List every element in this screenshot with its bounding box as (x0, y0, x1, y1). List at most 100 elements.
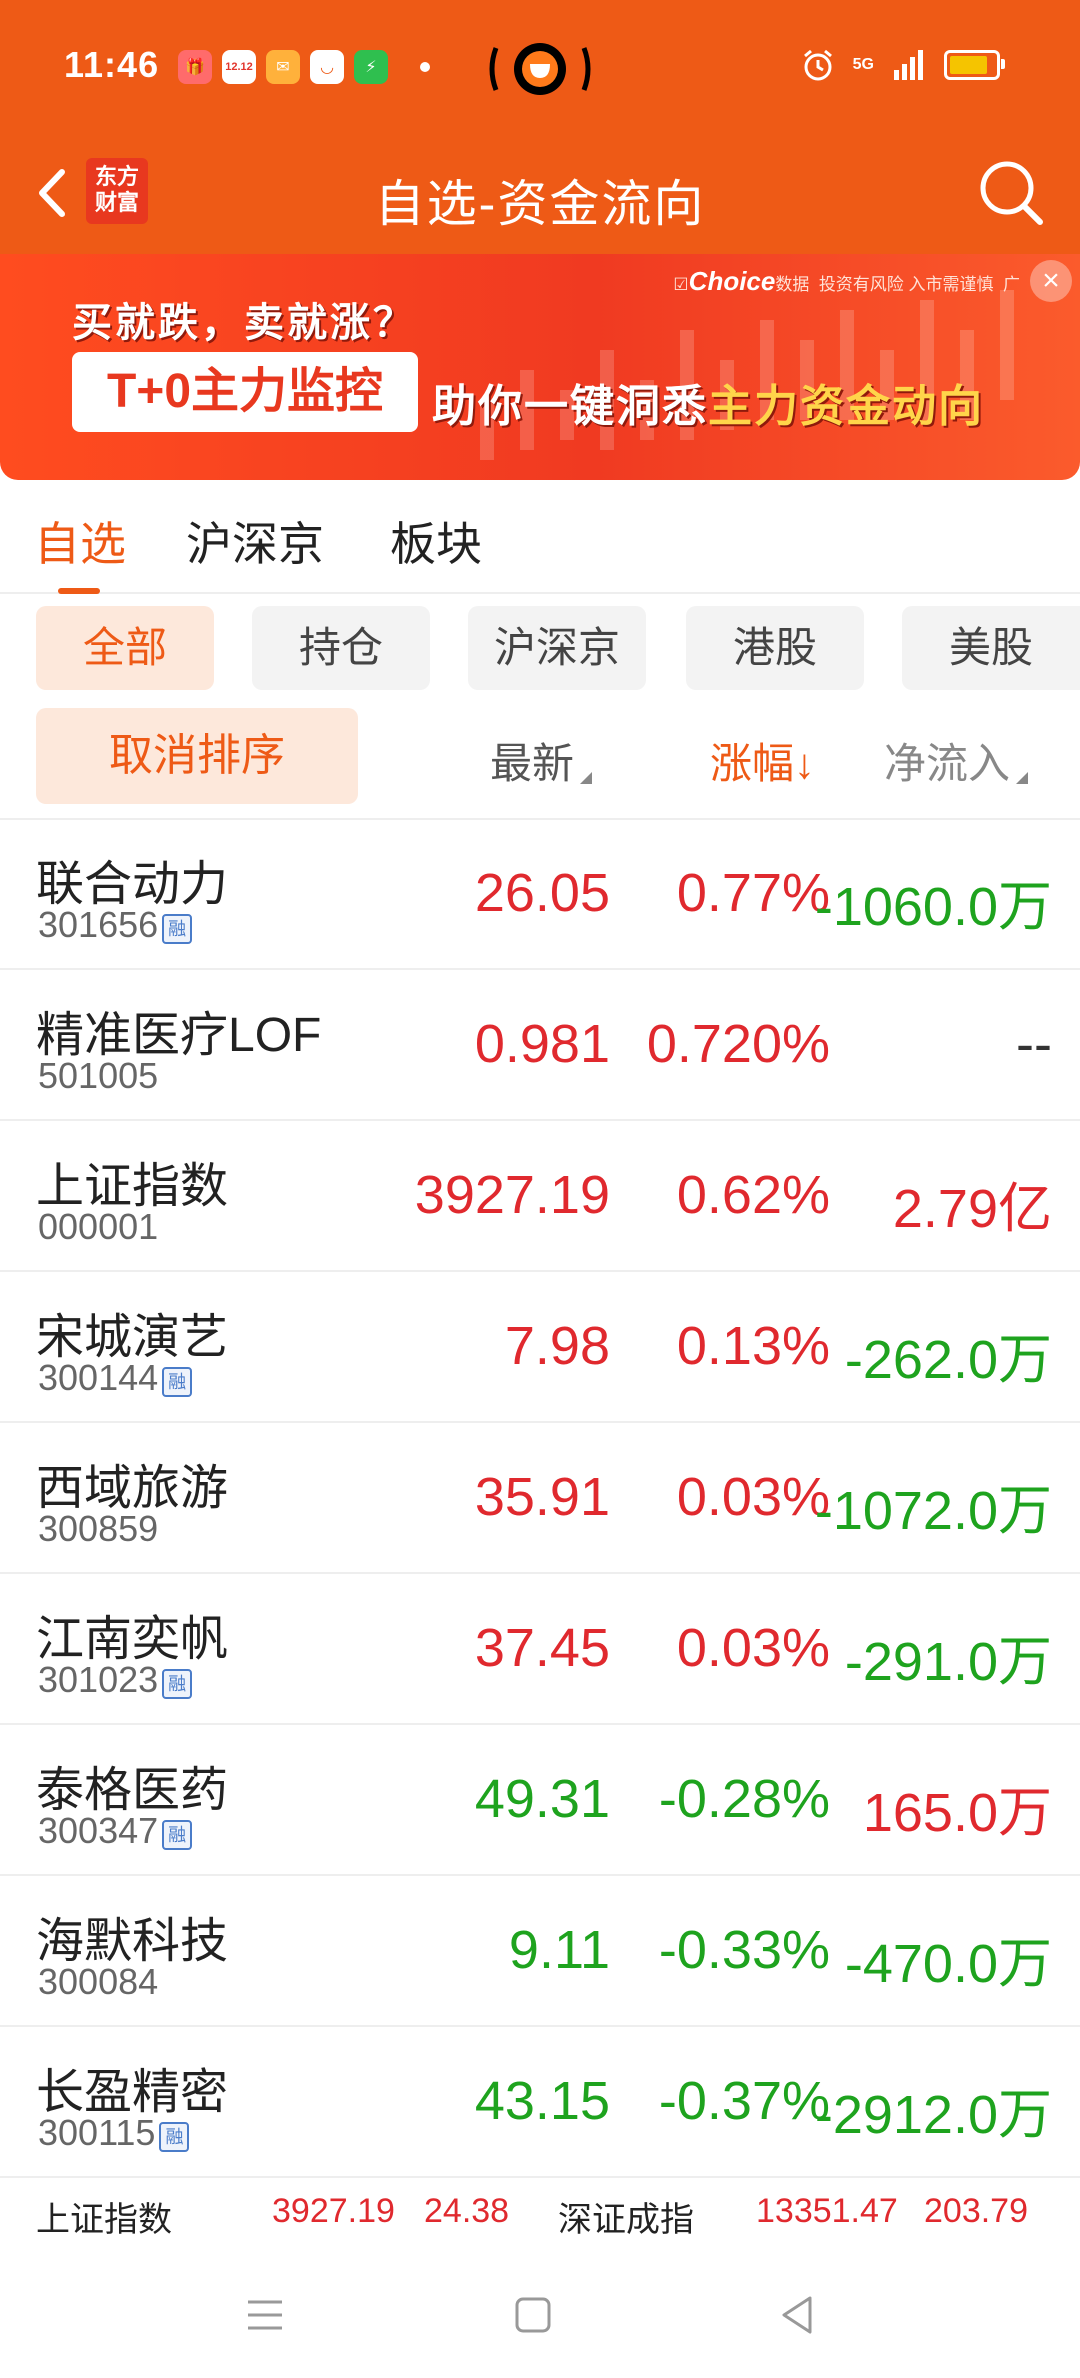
stock-price: 3927.19 (414, 1165, 610, 1225)
table-row[interactable]: 联合动力 301656 融 26.05 0.77% -1060.0万 (0, 820, 1080, 970)
stock-code-text: 300347 (38, 1810, 159, 1851)
column-change-percent[interactable]: 涨幅↓ (710, 730, 815, 791)
stock-code-text: 300859 (38, 1508, 159, 1549)
table-row[interactable]: 西域旅游 300859 35.91 0.03% -1072.0万 (0, 1424, 1080, 1574)
tab-sectors[interactable]: 板块 (390, 508, 482, 574)
ticker-sh-price: 3927.19 (272, 2192, 395, 2230)
banner-tag: T+0主力监控 (72, 352, 418, 432)
stock-net-inflow: -1072.0万 (814, 1481, 1052, 1541)
stock-net-inflow: -291.0万 (844, 1632, 1052, 1692)
stock-change: 0.77% (676, 863, 830, 923)
didi-floating-icon[interactable] (488, 40, 592, 98)
table-row[interactable]: 泰格医药 300347 融 49.31 -0.28% 165.0万 (0, 1726, 1080, 1876)
table-row[interactable]: 长盈精密 300115 融 43.15 -0.37% -2912.0万 (0, 2028, 1080, 2178)
table-row[interactable]: 上证指数 000001 3927.19 0.62% 2.79亿 (0, 1122, 1080, 1272)
tab-shanghai-shenzhen-beijing[interactable]: 沪深京 (186, 508, 324, 574)
stock-code-text: 300084 (38, 1961, 159, 2002)
margin-trading-badge: 融 (162, 914, 193, 944)
filter-holdings[interactable]: 持仓 (252, 606, 430, 690)
table-row[interactable]: 海默科技 300084 9.11 -0.33% -470.0万 (0, 1877, 1080, 2027)
stock-code: 300347 融 (38, 1810, 193, 1852)
stock-change: 0.13% (676, 1316, 830, 1376)
menu-icon[interactable] (240, 2290, 290, 2340)
stock-change: -0.28% (658, 1769, 830, 1829)
stock-change: -0.37% (658, 2071, 830, 2131)
search-icon[interactable] (974, 152, 1048, 232)
app-icon-3: ✉ (266, 50, 300, 84)
stock-code: 300115 融 (38, 2112, 190, 2154)
status-indicators: 5G (801, 48, 1005, 82)
network-type: 5G (852, 56, 874, 73)
back-icon[interactable] (772, 2290, 822, 2340)
margin-trading-badge: 融 (162, 1820, 193, 1850)
stock-code: 301023 融 (38, 1659, 193, 1701)
stock-code: 300084 (38, 1961, 158, 2003)
banner-disclaimer: 投资有风险 入市需谨慎 (818, 275, 994, 294)
banner-source: ☑Choice数据 投资有风险 入市需谨慎 广 (673, 266, 1020, 297)
table-row[interactable]: 精准医疗LOF 501005 0.981 0.720% -- (0, 971, 1080, 1121)
index-ticker[interactable]: 上证指数 3927.19 24.38 深证成指 13351.47 203.79 (0, 2178, 1080, 2254)
column-net-label: 净流入 (884, 740, 1011, 787)
stock-price: 35.91 (474, 1467, 610, 1527)
stock-price: 0.981 (474, 1014, 610, 1074)
stock-code: 300859 (38, 1508, 158, 1550)
stock-price: 37.45 (474, 1618, 610, 1678)
active-tab-indicator (58, 588, 100, 594)
column-net-inflow[interactable]: 净流入 (884, 730, 1029, 791)
home-icon[interactable] (508, 2290, 558, 2340)
stock-net-inflow: -- (1016, 1014, 1052, 1074)
stock-code: 000001 (38, 1206, 158, 1248)
tab-watchlist[interactable]: 自选 (34, 508, 126, 574)
stock-code-text: 300115 (38, 2112, 156, 2153)
alarm-icon (803, 49, 832, 81)
column-change-label: 涨幅 (710, 740, 795, 787)
ticker-sh-label: 上证指数 (36, 2201, 172, 2239)
stock-price: 26.05 (474, 863, 610, 923)
filter-hk-stocks[interactable]: 港股 (686, 606, 864, 690)
banner-brand-suffix: 数据 (775, 275, 810, 294)
status-app-icons: 🎁 12.12 ✉ ◡ ⚡ (178, 50, 430, 84)
table-row[interactable]: 江南奕帆 301023 融 37.45 0.03% -291.0万 (0, 1575, 1080, 1725)
banner-close-button[interactable]: × (1030, 260, 1072, 302)
stock-net-inflow: -2912.0万 (814, 2085, 1052, 2145)
signal-icon (894, 50, 923, 80)
promo-banner[interactable]: ☑Choice数据 投资有风险 入市需谨慎 广 × 买就跌，卖就涨？ T+0主力… (0, 254, 1080, 480)
app-icon-1: 🎁 (178, 50, 212, 84)
stock-code: 300144 融 (38, 1357, 193, 1399)
stock-change: 0.720% (646, 1014, 830, 1074)
table-row[interactable]: 宋城演艺 300144 融 7.98 0.13% -262.0万 (0, 1273, 1080, 1423)
page-title: 自选-资金流向 (374, 176, 706, 232)
stock-code-text: 501005 (38, 1055, 159, 1096)
cancel-sort-button[interactable]: 取消排序 (36, 708, 358, 804)
stock-code-text: 000001 (38, 1206, 159, 1247)
filter-all[interactable]: 全部 (36, 606, 214, 690)
ticker-sz-price: 13351.47 (756, 2192, 898, 2230)
status-bar: 11:46 🎁 12.12 ✉ ◡ ⚡ 5G (0, 0, 1080, 136)
margin-trading-badge: 融 (159, 2122, 190, 2152)
stock-price: 7.98 (504, 1316, 610, 1376)
stock-code: 501005 (38, 1055, 158, 1097)
margin-trading-badge: 融 (162, 1367, 193, 1397)
app-icon-4: ◡ (310, 50, 344, 84)
ticker-sz-label: 深证成指 (558, 2201, 694, 2239)
stock-change: 0.03% (676, 1467, 830, 1527)
filter-a-shares[interactable]: 沪深京 (468, 606, 646, 690)
column-latest-price[interactable]: 最新 (490, 730, 593, 791)
sort-indicator-icon (1016, 772, 1029, 784)
stock-change: -0.33% (658, 1920, 830, 1980)
app-icon-5: ⚡ (354, 50, 388, 84)
stock-change: 0.62% (676, 1165, 830, 1225)
banner-question: 买就跌，卖就涨？ (72, 301, 416, 345)
checkbox-icon: ☑ (673, 275, 689, 294)
close-icon: × (1042, 264, 1060, 297)
ticker-sz-change: 203.79 (924, 2192, 1028, 2230)
main-tabs: 自选 沪深京 板块 (0, 480, 1080, 594)
filter-us-stocks[interactable]: 美股 (902, 606, 1080, 690)
stock-net-inflow: -262.0万 (844, 1330, 1052, 1390)
sort-indicator-icon (580, 772, 593, 784)
ad-mark: 广 (1003, 275, 1020, 294)
stock-net-inflow: -470.0万 (844, 1934, 1052, 1994)
stock-code-text: 301656 (38, 904, 159, 945)
stock-code: 301656 融 (38, 904, 193, 946)
stock-code-text: 300144 (38, 1357, 159, 1398)
